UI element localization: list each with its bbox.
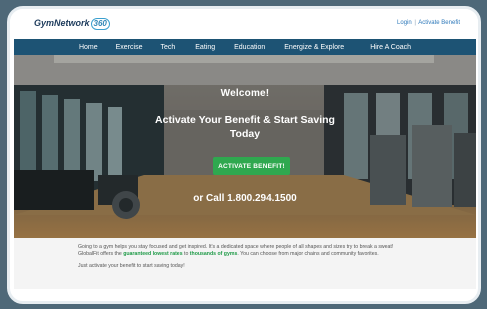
info-text: to — [182, 251, 190, 257]
nav-item-energize-explore[interactable]: Energize & Explore — [284, 44, 344, 51]
top-bar: GymNetwork 360 Login | Activate Benefit — [10, 9, 478, 39]
nav-item-tech[interactable]: Tech — [160, 44, 175, 51]
info-text: . You can choose from major chains and c… — [237, 251, 379, 257]
nav-item-education[interactable]: Education — [234, 44, 265, 51]
main-nav: Home Exercise Tech Eating Education Ener… — [14, 39, 476, 55]
thousands-of-gyms-highlight: thousands of gyms — [189, 251, 238, 257]
login-link[interactable]: Login — [397, 20, 412, 26]
lowest-rates-highlight: guaranteed lowest rates — [123, 251, 183, 257]
welcome-heading: Welcome! — [220, 88, 270, 99]
nav-item-hire-a-coach[interactable]: Hire A Coach — [370, 44, 411, 51]
activate-benefit-button[interactable]: ACTIVATE BENEFIT! — [213, 157, 290, 175]
nav-item-home[interactable]: Home — [79, 44, 98, 51]
hero-headline: Activate Your Benefit & Start Saving Tod… — [14, 113, 476, 141]
logo-360-badge: 360 — [90, 18, 110, 30]
info-section: Going to a gym helps you stay focused an… — [14, 238, 476, 289]
gym-background-image — [14, 55, 476, 238]
browser-frame: GymNetwork 360 Login | Activate Benefit H… — [7, 6, 481, 304]
hero-banner: Welcome! Activate Your Benefit & Start S… — [14, 55, 476, 238]
link-separator: | — [414, 20, 416, 26]
activate-benefit-link[interactable]: Activate Benefit — [418, 20, 460, 26]
call-phone-text[interactable]: or Call 1.800.294.1500 — [14, 193, 476, 204]
headline-line-2: Today — [229, 128, 261, 140]
account-links: Login | Activate Benefit — [397, 20, 460, 26]
headline-line-1: Activate Your Benefit & Start Saving — [155, 114, 335, 126]
logo-text: GymNetwork — [34, 18, 90, 28]
info-cta-text: Just activate your benefit to start savi… — [78, 263, 185, 269]
site-logo[interactable]: GymNetwork 360 — [34, 18, 110, 30]
nav-item-exercise[interactable]: Exercise — [116, 44, 143, 51]
info-paragraph: Going to a gym helps you stay focused an… — [78, 244, 412, 258]
nav-item-eating[interactable]: Eating — [195, 44, 215, 51]
